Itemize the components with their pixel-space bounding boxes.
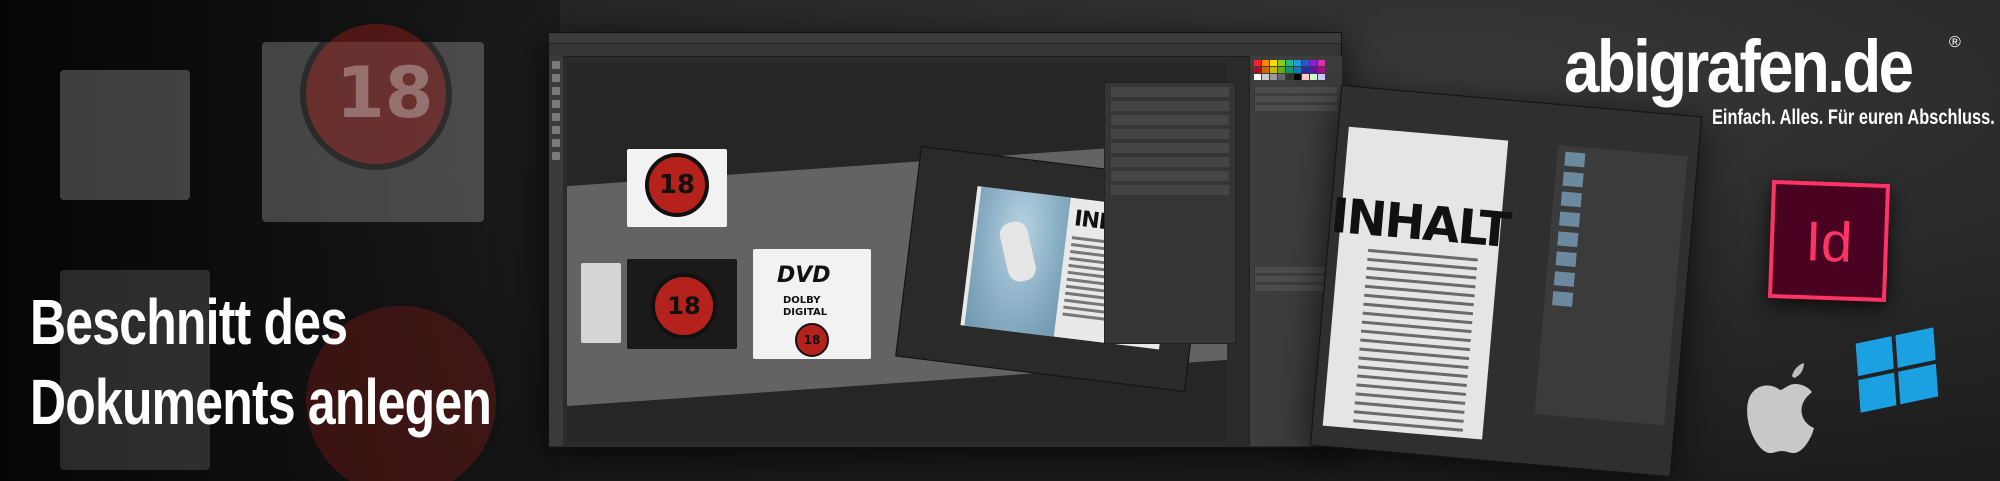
brush-tool-icon: [552, 113, 560, 121]
swatches-panel: [1250, 56, 1342, 84]
apple-icon: [1747, 363, 1814, 454]
indesign-label: Id: [1804, 208, 1854, 274]
windows-icon: [1855, 327, 1939, 413]
panel-list-item[interactable]: [1111, 157, 1229, 167]
dvd-card: DVD DOLBY DIGITAL 18: [753, 249, 871, 359]
page-thumbnail[interactable]: [1560, 191, 1582, 208]
banner: 18 18 18 DVD DOLBY DIGITAL 18 INHALT Bes…: [0, 0, 2000, 481]
panel-row: [1255, 105, 1337, 111]
ghost-number: 18: [336, 52, 434, 134]
zoom-tool-icon: [552, 152, 560, 160]
toc-lines: [1353, 248, 1478, 438]
jahrgang-card: 18: [627, 149, 727, 227]
panel-list-item[interactable]: [1111, 115, 1229, 125]
panel-list-item[interactable]: [1111, 129, 1229, 139]
logo-wordmark: abigrafen.de: [1564, 25, 1914, 108]
abi-card: 18: [627, 259, 737, 349]
headline-line-2: Dokuments anlegen: [30, 366, 492, 438]
page-thumbnail[interactable]: [1555, 251, 1577, 268]
astronaut-figure: [997, 219, 1039, 284]
small-age-badge: 18: [795, 323, 829, 357]
lasso-tool-icon: [552, 87, 560, 95]
libraries-panel: [1104, 82, 1236, 344]
panel-list-item[interactable]: [1111, 87, 1229, 97]
panel-list-item[interactable]: [1111, 101, 1229, 111]
page-thumbnail[interactable]: [1559, 211, 1581, 228]
abi-badge: 18: [651, 273, 717, 339]
tools-panel: [549, 56, 563, 446]
panel-list-item[interactable]: [1111, 143, 1229, 153]
page-thumbnail[interactable]: [1564, 151, 1586, 168]
dvd-logo: DVD: [777, 263, 831, 288]
page-thumbnail[interactable]: [1557, 231, 1579, 248]
headline-line-1: Beschnitt des: [30, 286, 348, 358]
inhalt-heading-large: INHALT: [1328, 187, 1512, 259]
registered-mark: ®: [1949, 34, 1961, 51]
options-bar: [549, 44, 1341, 57]
pages-panel: [1534, 145, 1688, 426]
page-thumbnail[interactable]: [1562, 171, 1584, 188]
crop-tool-icon: [552, 100, 560, 108]
app-titlebar: [549, 33, 1341, 44]
indesign-icon: Id: [1767, 179, 1891, 303]
panel-list-item[interactable]: [1111, 171, 1229, 181]
panel-row: [1255, 87, 1337, 93]
move-tool-icon: [552, 61, 560, 69]
hand-tool-icon: [552, 139, 560, 147]
astronaut-image: [964, 186, 1071, 337]
panel-list-item[interactable]: [1111, 185, 1229, 195]
panel-row: [1255, 96, 1337, 102]
indesign-screenshot: INHALT: [1309, 84, 1703, 478]
abigrafen-logo[interactable]: abigrafen.de ® Einfach. Alles. Für euren…: [1564, 25, 1995, 130]
page-card: [581, 263, 621, 343]
page-thumbnail[interactable]: [1552, 291, 1574, 307]
headline: Beschnitt des Dokuments anlegen: [30, 282, 492, 442]
inhalt-page-large: INHALT: [1322, 126, 1512, 440]
type-tool-icon: [552, 126, 560, 134]
marquee-tool-icon: [552, 74, 560, 82]
ghost-card: [60, 70, 190, 200]
age-badge: 18: [645, 153, 709, 217]
page-thumbnail[interactable]: [1553, 271, 1575, 287]
logo-tagline: Einfach. Alles. Für euren Abschluss.: [1712, 106, 1995, 129]
dolby-logo: DOLBY DIGITAL: [783, 295, 828, 318]
